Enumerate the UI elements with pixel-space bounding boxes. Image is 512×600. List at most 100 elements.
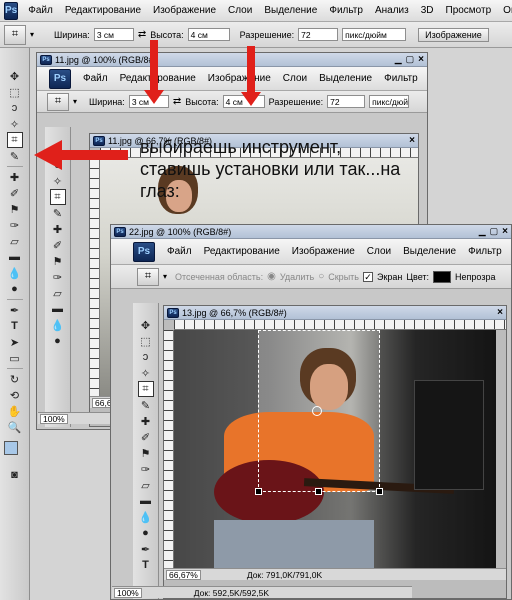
- menu-filter[interactable]: Фильтр: [462, 246, 508, 257]
- preset-dropdown-icon[interactable]: ▾: [163, 272, 167, 281]
- menu-file[interactable]: Файл: [22, 5, 59, 16]
- crop-handle[interactable]: [255, 488, 262, 495]
- crop-handle[interactable]: [315, 488, 322, 495]
- type-tool-icon[interactable]: T: [7, 318, 23, 334]
- zoom-field[interactable]: 66,67%: [166, 569, 201, 580]
- resolution-unit-select[interactable]: пикс/дюй: [369, 95, 410, 108]
- eraser-tool-icon[interactable]: ▱: [7, 233, 23, 249]
- eyedropper-tool-icon[interactable]: ✎: [7, 148, 23, 164]
- magic-wand-tool-icon[interactable]: ✧: [138, 365, 154, 381]
- document-13-titlebar[interactable]: Ps 13.jpg @ 66,7% (RGB/8#) ×: [164, 306, 506, 320]
- healing-brush-tool-icon[interactable]: ✚: [7, 169, 23, 185]
- blur-tool-icon[interactable]: 💧: [7, 265, 23, 281]
- 3d-orbit-tool-icon[interactable]: ⟲: [7, 387, 23, 403]
- eyedropper-tool-icon[interactable]: ✎: [138, 397, 154, 413]
- close-icon[interactable]: ×: [502, 226, 508, 237]
- gradient-tool-icon[interactable]: ▬: [7, 249, 23, 265]
- move-tool-icon[interactable]: ✥: [7, 68, 23, 84]
- history-brush-tool-icon[interactable]: ✑: [50, 269, 66, 285]
- minimize-icon[interactable]: ▁: [395, 54, 402, 65]
- quick-mask-icon[interactable]: ◙: [7, 467, 23, 483]
- history-brush-tool-icon[interactable]: ✑: [138, 461, 154, 477]
- menu-image[interactable]: Изображение: [202, 73, 277, 84]
- window-11-titlebar[interactable]: Ps 11.jpg @ 100% (RGB/8#) ▁ ▢ ×: [37, 53, 427, 67]
- swap-dimensions-icon[interactable]: ⇄: [173, 96, 181, 107]
- document-13-photo[interactable]: [174, 330, 496, 568]
- resolution-unit-select[interactable]: пикс/дюйм: [342, 28, 407, 41]
- menu-3d[interactable]: 3D: [415, 5, 440, 16]
- eyedropper-tool-icon[interactable]: ✎: [50, 205, 66, 221]
- menu-filter[interactable]: Фильтр: [323, 5, 369, 16]
- close-icon[interactable]: ×: [497, 307, 503, 318]
- window-22-titlebar[interactable]: Ps 22.jpg @ 100% (RGB/8#) ▁ ▢ ×: [111, 225, 511, 239]
- healing-brush-tool-icon[interactable]: ✚: [50, 221, 66, 237]
- crop-handle[interactable]: [376, 488, 383, 495]
- dodge-tool-icon[interactable]: ●: [7, 281, 23, 297]
- crop-tool-preset-button[interactable]: ⌗: [137, 267, 159, 286]
- menu-image[interactable]: Изображение: [286, 246, 361, 257]
- maximize-icon[interactable]: ▢: [406, 54, 415, 65]
- gradient-tool-icon[interactable]: ▬: [138, 493, 154, 509]
- 3d-rotate-tool-icon[interactable]: ↻: [7, 371, 23, 387]
- pen-tool-icon[interactable]: ✒: [7, 302, 23, 318]
- move-tool-icon[interactable]: ✥: [138, 317, 154, 333]
- front-image-button[interactable]: Изображение: [418, 27, 489, 42]
- crop-tool-icon[interactable]: ⌗: [49, 189, 66, 205]
- brush-tool-icon[interactable]: ✐: [7, 185, 23, 201]
- marquee-tool-icon[interactable]: ⬚: [7, 84, 23, 100]
- menu-file[interactable]: Файл: [161, 246, 198, 257]
- brush-tool-icon[interactable]: ✐: [138, 429, 154, 445]
- blur-tool-icon[interactable]: 💧: [138, 509, 154, 525]
- menu-window[interactable]: Окно: [497, 5, 512, 16]
- menu-image[interactable]: Изображение: [147, 5, 222, 16]
- clone-stamp-tool-icon[interactable]: ⚑: [7, 201, 23, 217]
- hide-radio-icon[interactable]: ○: [318, 271, 324, 282]
- blur-tool-icon[interactable]: 💧: [50, 317, 66, 333]
- eraser-tool-icon[interactable]: ▱: [50, 285, 66, 301]
- close-icon[interactable]: ×: [418, 54, 424, 65]
- clone-stamp-tool-icon[interactable]: ⚑: [138, 445, 154, 461]
- zoom-field[interactable]: 100%: [40, 413, 68, 424]
- eraser-tool-icon[interactable]: ▱: [138, 477, 154, 493]
- pen-tool-icon[interactable]: ✒: [138, 541, 154, 557]
- resolution-field[interactable]: 72: [298, 28, 339, 41]
- maximize-icon[interactable]: ▢: [490, 226, 499, 237]
- healing-brush-tool-icon[interactable]: ✚: [138, 413, 154, 429]
- hand-tool-icon[interactable]: ✋: [7, 403, 23, 419]
- menu-analysis[interactable]: Анализ: [369, 5, 415, 16]
- shield-color-swatch[interactable]: [433, 270, 452, 283]
- menu-layers[interactable]: Слои: [277, 73, 313, 84]
- color-swatches[interactable]: [3, 441, 26, 463]
- shape-tool-icon[interactable]: ▭: [7, 350, 23, 366]
- gradient-tool-icon[interactable]: ▬: [50, 301, 66, 317]
- crop-tool-icon[interactable]: ⌗: [6, 132, 23, 148]
- crop-tool-preset-button[interactable]: ⌗: [4, 24, 26, 45]
- menu-layers[interactable]: Слои: [361, 246, 397, 257]
- zoom-field[interactable]: 100%: [114, 587, 142, 598]
- clone-stamp-tool-icon[interactable]: ⚑: [50, 253, 66, 269]
- screen-checkbox-icon[interactable]: ✓: [362, 271, 373, 282]
- lasso-tool-icon[interactable]: ↄ: [138, 349, 154, 365]
- swap-dimensions-icon[interactable]: ⇄: [138, 29, 146, 40]
- menu-file[interactable]: Файл: [77, 73, 114, 84]
- marquee-tool-icon[interactable]: ⬚: [138, 333, 154, 349]
- crop-center-icon[interactable]: [312, 406, 322, 416]
- menu-filter[interactable]: Фильтр: [378, 73, 424, 84]
- dodge-tool-icon[interactable]: ●: [50, 333, 66, 349]
- resolution-field[interactable]: 72: [327, 95, 366, 108]
- path-selection-tool-icon[interactable]: ➤: [7, 334, 23, 350]
- delete-radio-icon[interactable]: ◉: [267, 271, 276, 282]
- menu-select[interactable]: Выделение: [397, 246, 462, 257]
- menu-edit[interactable]: Редактирование: [59, 5, 147, 16]
- brush-tool-icon[interactable]: ✐: [50, 237, 66, 253]
- menu-select[interactable]: Выделение: [258, 5, 323, 16]
- menu-layers[interactable]: Слои: [222, 5, 258, 16]
- width-field[interactable]: 3 см: [93, 28, 134, 41]
- minimize-icon[interactable]: ▁: [479, 226, 486, 237]
- history-brush-tool-icon[interactable]: ✑: [7, 217, 23, 233]
- height-field[interactable]: 4 см: [187, 28, 230, 41]
- preset-dropdown-icon[interactable]: ▾: [30, 30, 34, 39]
- lasso-tool-icon[interactable]: ↄ: [7, 100, 23, 116]
- zoom-tool-icon[interactable]: 🔍: [7, 419, 23, 435]
- magic-wand-tool-icon[interactable]: ✧: [7, 116, 23, 132]
